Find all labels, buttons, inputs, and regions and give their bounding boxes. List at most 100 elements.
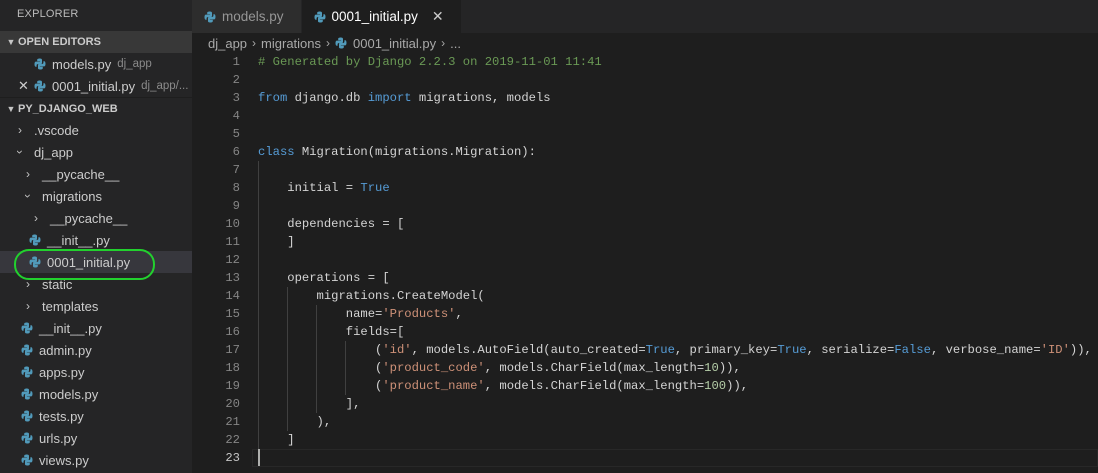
code-string: 'product_code': [382, 361, 485, 375]
code-text: (: [258, 379, 383, 393]
line-number: 19: [225, 379, 240, 393]
breadcrumb-item[interactable]: migrations: [261, 36, 321, 51]
chevron-right-icon: ›: [326, 36, 331, 50]
tree-file-tests[interactable]: tests.py: [0, 405, 192, 427]
code-keyword: class: [258, 145, 295, 159]
line-number: 11: [225, 235, 240, 249]
line-number: 3: [232, 91, 240, 105]
python-file-icon: [335, 37, 347, 49]
project-folder-header[interactable]: ▼ PY_DJANGO_WEB: [0, 97, 192, 119]
python-file-icon: [21, 410, 33, 422]
line-number: 17: [225, 343, 240, 357]
chevron-down-icon: ▼: [6, 37, 16, 47]
tree-folder-pycache[interactable]: › __pycache__: [0, 163, 192, 185]
tree-file-urls[interactable]: urls.py: [0, 427, 192, 449]
code-text: , verbose_name=: [930, 343, 1041, 357]
code-editor[interactable]: 1 # Generated by Django 2.2.3 on 2019-11-…: [192, 53, 1098, 473]
tree-file-views[interactable]: views.py: [0, 449, 192, 471]
chevron-right-icon: ›: [441, 36, 446, 50]
chevron-down-icon: ›: [13, 150, 27, 154]
line-number: 7: [232, 163, 240, 177]
code-text: (migrations.Migration):: [367, 145, 536, 159]
breadcrumb-item[interactable]: dj_app: [208, 36, 247, 51]
code-comment: # Generated by Django 2.2.3 on 2019-11-0…: [258, 55, 602, 69]
tree-file-0001-initial[interactable]: 0001_initial.py: [0, 251, 192, 273]
line-number: 10: [225, 217, 240, 231]
open-editor-label: models.py: [52, 56, 112, 72]
tree-file-models[interactable]: models.py: [0, 383, 192, 405]
code-text: name=: [258, 307, 383, 321]
line-number: 1: [232, 55, 240, 69]
line-number: 12: [225, 253, 240, 267]
code-line: 7: [192, 161, 1098, 179]
tab-0001-initial-py[interactable]: 0001_initial.py ✕: [301, 0, 462, 33]
code-text: operations = [: [258, 271, 390, 285]
python-file-icon: [34, 80, 46, 92]
code-keyword: True: [645, 343, 675, 357]
breadcrumb-item[interactable]: 0001_initial.py: [353, 36, 436, 51]
python-file-icon: [21, 322, 33, 334]
python-file-icon: [34, 58, 46, 70]
code-text: fields=[: [258, 325, 405, 339]
tree-folder-dj-app[interactable]: › dj_app: [0, 141, 192, 163]
tree-folder-templates[interactable]: › templates: [0, 295, 192, 317]
open-editors-header[interactable]: ▼ OPEN EDITORS: [0, 31, 192, 53]
code-text: ]: [258, 433, 295, 447]
code-line: 18 ('product_code', models.CharField(max…: [192, 359, 1098, 377]
tree-file-apps[interactable]: apps.py: [0, 361, 192, 383]
python-file-icon: [21, 344, 33, 356]
python-file-icon: [21, 366, 33, 378]
close-icon[interactable]: ✕: [18, 78, 29, 94]
code-line: 11 ]: [192, 233, 1098, 251]
open-editor-item-models[interactable]: models.py dj_app: [0, 53, 192, 75]
python-file-icon: [29, 234, 41, 246]
tree-folder-vscode[interactable]: › .vscode: [0, 119, 192, 141]
python-file-icon: [21, 432, 33, 444]
code-number: 10: [704, 361, 719, 375]
indent-guide: [258, 197, 259, 215]
tree-file-app-init[interactable]: __init__.py: [0, 317, 192, 339]
editor-tab-bar: models.py 0001_initial.py ✕: [192, 0, 1098, 33]
code-keyword: True: [777, 343, 807, 357]
code-text: django.db: [287, 91, 368, 105]
chevron-right-icon: ›: [26, 299, 30, 313]
code-text: )),: [1069, 343, 1092, 357]
code-text: migrations, models: [411, 91, 551, 105]
line-number: 5: [232, 127, 240, 141]
breadcrumb-item[interactable]: ...: [450, 36, 461, 51]
tree-file-migrations-init[interactable]: __init__.py: [0, 229, 192, 251]
chevron-right-icon: ›: [26, 277, 30, 291]
open-editor-item-initial[interactable]: ✕ 0001_initial.py dj_app/...: [0, 75, 192, 97]
code-string: 'ID': [1040, 343, 1070, 357]
code-text: initial =: [258, 181, 361, 195]
open-editor-label: 0001_initial.py: [52, 78, 136, 94]
code-keyword: from: [258, 91, 288, 105]
tree-file-admin[interactable]: admin.py: [0, 339, 192, 361]
code-text: ]: [258, 235, 295, 249]
explorer-sidebar: EXPLORER ▼ OPEN EDITORS models.py dj_app…: [0, 0, 192, 473]
chevron-down-icon: ▼: [6, 103, 16, 114]
python-file-icon: [21, 388, 33, 400]
code-text: )),: [718, 361, 741, 375]
code-line: 1 # Generated by Django 2.2.3 on 2019-11-…: [192, 53, 1098, 71]
close-icon[interactable]: ✕: [432, 8, 444, 25]
code-line: 21 ),: [192, 413, 1098, 431]
code-line: 6 class Migration(migrations.Migration):: [192, 143, 1098, 161]
line-number: 21: [225, 415, 240, 429]
indent-guide: [258, 251, 259, 269]
code-number: 100: [704, 379, 727, 393]
open-editor-path: dj_app/...: [141, 80, 189, 92]
tab-models-py[interactable]: models.py: [192, 0, 302, 33]
line-number: 22: [225, 433, 240, 447]
tree-folder-static[interactable]: › static: [0, 273, 192, 295]
code-line: 4: [192, 107, 1098, 125]
tree-folder-migrations[interactable]: › migrations: [0, 185, 192, 207]
code-line: 13 operations = [: [192, 269, 1098, 287]
code-keyword: True: [360, 181, 390, 195]
line-number: 14: [225, 289, 240, 303]
chevron-down-icon: ›: [21, 194, 35, 198]
indent-guide: [258, 161, 259, 179]
tree-folder-migrations-pycache[interactable]: › __pycache__: [0, 207, 192, 229]
code-keyword: False: [894, 343, 931, 357]
code-keyword: import: [367, 91, 412, 105]
